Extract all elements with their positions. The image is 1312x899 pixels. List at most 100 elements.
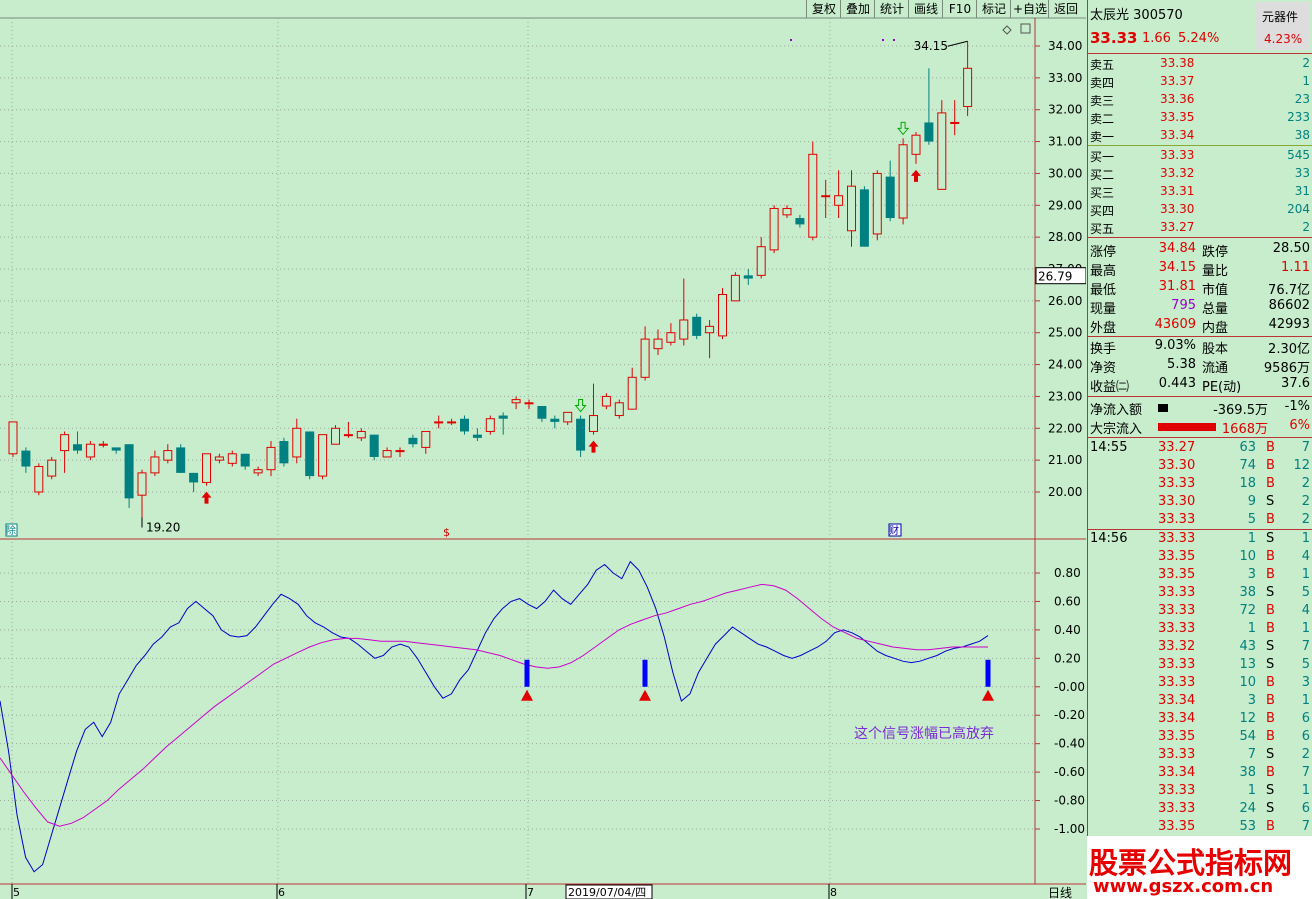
price-tick-label: 34.00 (1048, 39, 1082, 53)
price-tick-label: 30.00 (1048, 166, 1082, 180)
flow-pct: -1% (1284, 399, 1310, 414)
candle-body-up (266, 446, 276, 471)
tick-count: 7 (1301, 819, 1310, 834)
candle-body-up (382, 450, 392, 458)
tick-direction: B (1266, 675, 1275, 690)
candle-body-up (640, 338, 650, 378)
candle-body-up (511, 399, 521, 404)
stat-label: 市值 (1202, 283, 1229, 298)
bid-row-volume: 545 (1287, 148, 1310, 162)
candle-body-up (421, 430, 431, 448)
tick-direction: B (1266, 476, 1275, 491)
indicator-note: 这个信号涨幅已高放弃 (854, 725, 994, 742)
tick-price: 33.34 (1158, 711, 1196, 726)
tick-price: 33.33 (1158, 585, 1196, 600)
tick-count: 5 (1301, 585, 1310, 600)
flow-bar (1158, 404, 1168, 412)
bid-row-price: 33.31 (1160, 184, 1195, 198)
ask-row-volume: 233 (1287, 110, 1310, 124)
bid-row-label: 买五 (1090, 222, 1115, 236)
ask-row-label: 卖一 (1090, 130, 1115, 144)
tick-direction: S (1266, 639, 1275, 654)
candle-body-up (214, 456, 224, 461)
flow-value: -369.5万 (1213, 403, 1268, 418)
tick-price: 33.33 (1158, 747, 1196, 762)
tick-volume: 3 (1247, 567, 1256, 582)
candle-body-up (202, 453, 211, 483)
candle-body-down (124, 444, 134, 499)
tick-count: 3 (1301, 675, 1310, 690)
candle-body-up (782, 207, 792, 216)
tick-count: 12 (1293, 458, 1310, 473)
tick-price: 33.35 (1158, 549, 1196, 564)
tick-count: 7 (1301, 765, 1310, 780)
candle-body-down (859, 189, 869, 247)
indicator-tick-label: 0.40 (1054, 623, 1081, 637)
stock-code: 300570 (1133, 8, 1183, 23)
stat-value: 795 (1171, 298, 1196, 313)
divider (1088, 237, 1312, 238)
signal-bar (524, 659, 530, 687)
stat-label: 换手 (1090, 342, 1117, 357)
candle-body-down (189, 472, 199, 483)
tick-direction: B (1266, 512, 1275, 527)
tick-direction: B (1266, 765, 1275, 780)
signal-triangle (639, 689, 651, 701)
stat-value: 9586万 (1263, 361, 1310, 376)
indicator-tick-label: 0.20 (1054, 651, 1081, 665)
tick-count: 1 (1301, 693, 1310, 708)
candle-body-up (447, 421, 457, 424)
tick-volume: 3 (1247, 693, 1256, 708)
tick-direction: B (1266, 458, 1275, 473)
tick-direction: S (1266, 585, 1275, 600)
candle-body-up (834, 195, 844, 206)
bid-row-price: 33.27 (1160, 220, 1195, 234)
tick-direction: S (1266, 657, 1275, 672)
date-label: 5 (13, 886, 20, 899)
candle-body-up (730, 274, 740, 302)
tick-price: 33.35 (1158, 729, 1196, 744)
signal-triangle (982, 689, 994, 701)
candle-body-down (73, 444, 82, 451)
candle-body-up (485, 418, 495, 432)
stat-value: 2.30亿 (1268, 342, 1310, 357)
ask-row-volume: 23 (1294, 92, 1310, 106)
ask-row-volume: 1 (1302, 74, 1310, 88)
candle-body-up (253, 469, 263, 474)
tick-volume: 53 (1239, 819, 1256, 834)
stat-value: 34.84 (1158, 241, 1196, 256)
flow-value: 1668万 (1221, 422, 1268, 437)
low-price-label: 19.20 (146, 520, 180, 534)
candle-body-down (240, 453, 250, 467)
sector-box[interactable]: 元器件 4.23% (1256, 2, 1310, 50)
candle-body-up (434, 421, 444, 424)
price-tick-label: 22.00 (1048, 421, 1082, 435)
stat-value: 0.443 (1158, 376, 1196, 391)
candle-body-down (176, 447, 186, 473)
indicator-tick-label: 0.60 (1054, 594, 1081, 608)
watermark-url: www.gszx.com.cn (1093, 876, 1274, 897)
stat-value: 42993 (1268, 317, 1310, 332)
tick-count: 2 (1301, 747, 1310, 762)
fast-line (0, 560, 989, 873)
tick-volume: 1 (1247, 783, 1256, 798)
stock-chart[interactable]: 34.0033.0032.0031.0030.0029.0028.0027.00… (0, 0, 1086, 899)
ask-row-price: 33.37 (1160, 74, 1195, 88)
stat-label: 收益㈡ (1090, 380, 1130, 395)
candle-body-up (601, 395, 611, 407)
stat-value: 9.03% (1154, 338, 1196, 353)
tick-price: 33.27 (1158, 440, 1196, 455)
last-price: 33.33 (1090, 29, 1138, 47)
candle-body-up (821, 195, 831, 198)
candle-body-up (8, 421, 18, 455)
candle-body-down (408, 437, 418, 445)
tick-volume: 10 (1239, 675, 1256, 690)
ask-row-price: 33.35 (1160, 110, 1195, 124)
ask-row-volume: 2 (1302, 56, 1310, 70)
divider (1088, 437, 1312, 438)
divider (1088, 336, 1312, 337)
candle-body-up (627, 376, 637, 410)
bid-row-label: 买三 (1090, 186, 1115, 200)
candle-body-up (911, 134, 921, 155)
candle-body-down (743, 275, 753, 279)
